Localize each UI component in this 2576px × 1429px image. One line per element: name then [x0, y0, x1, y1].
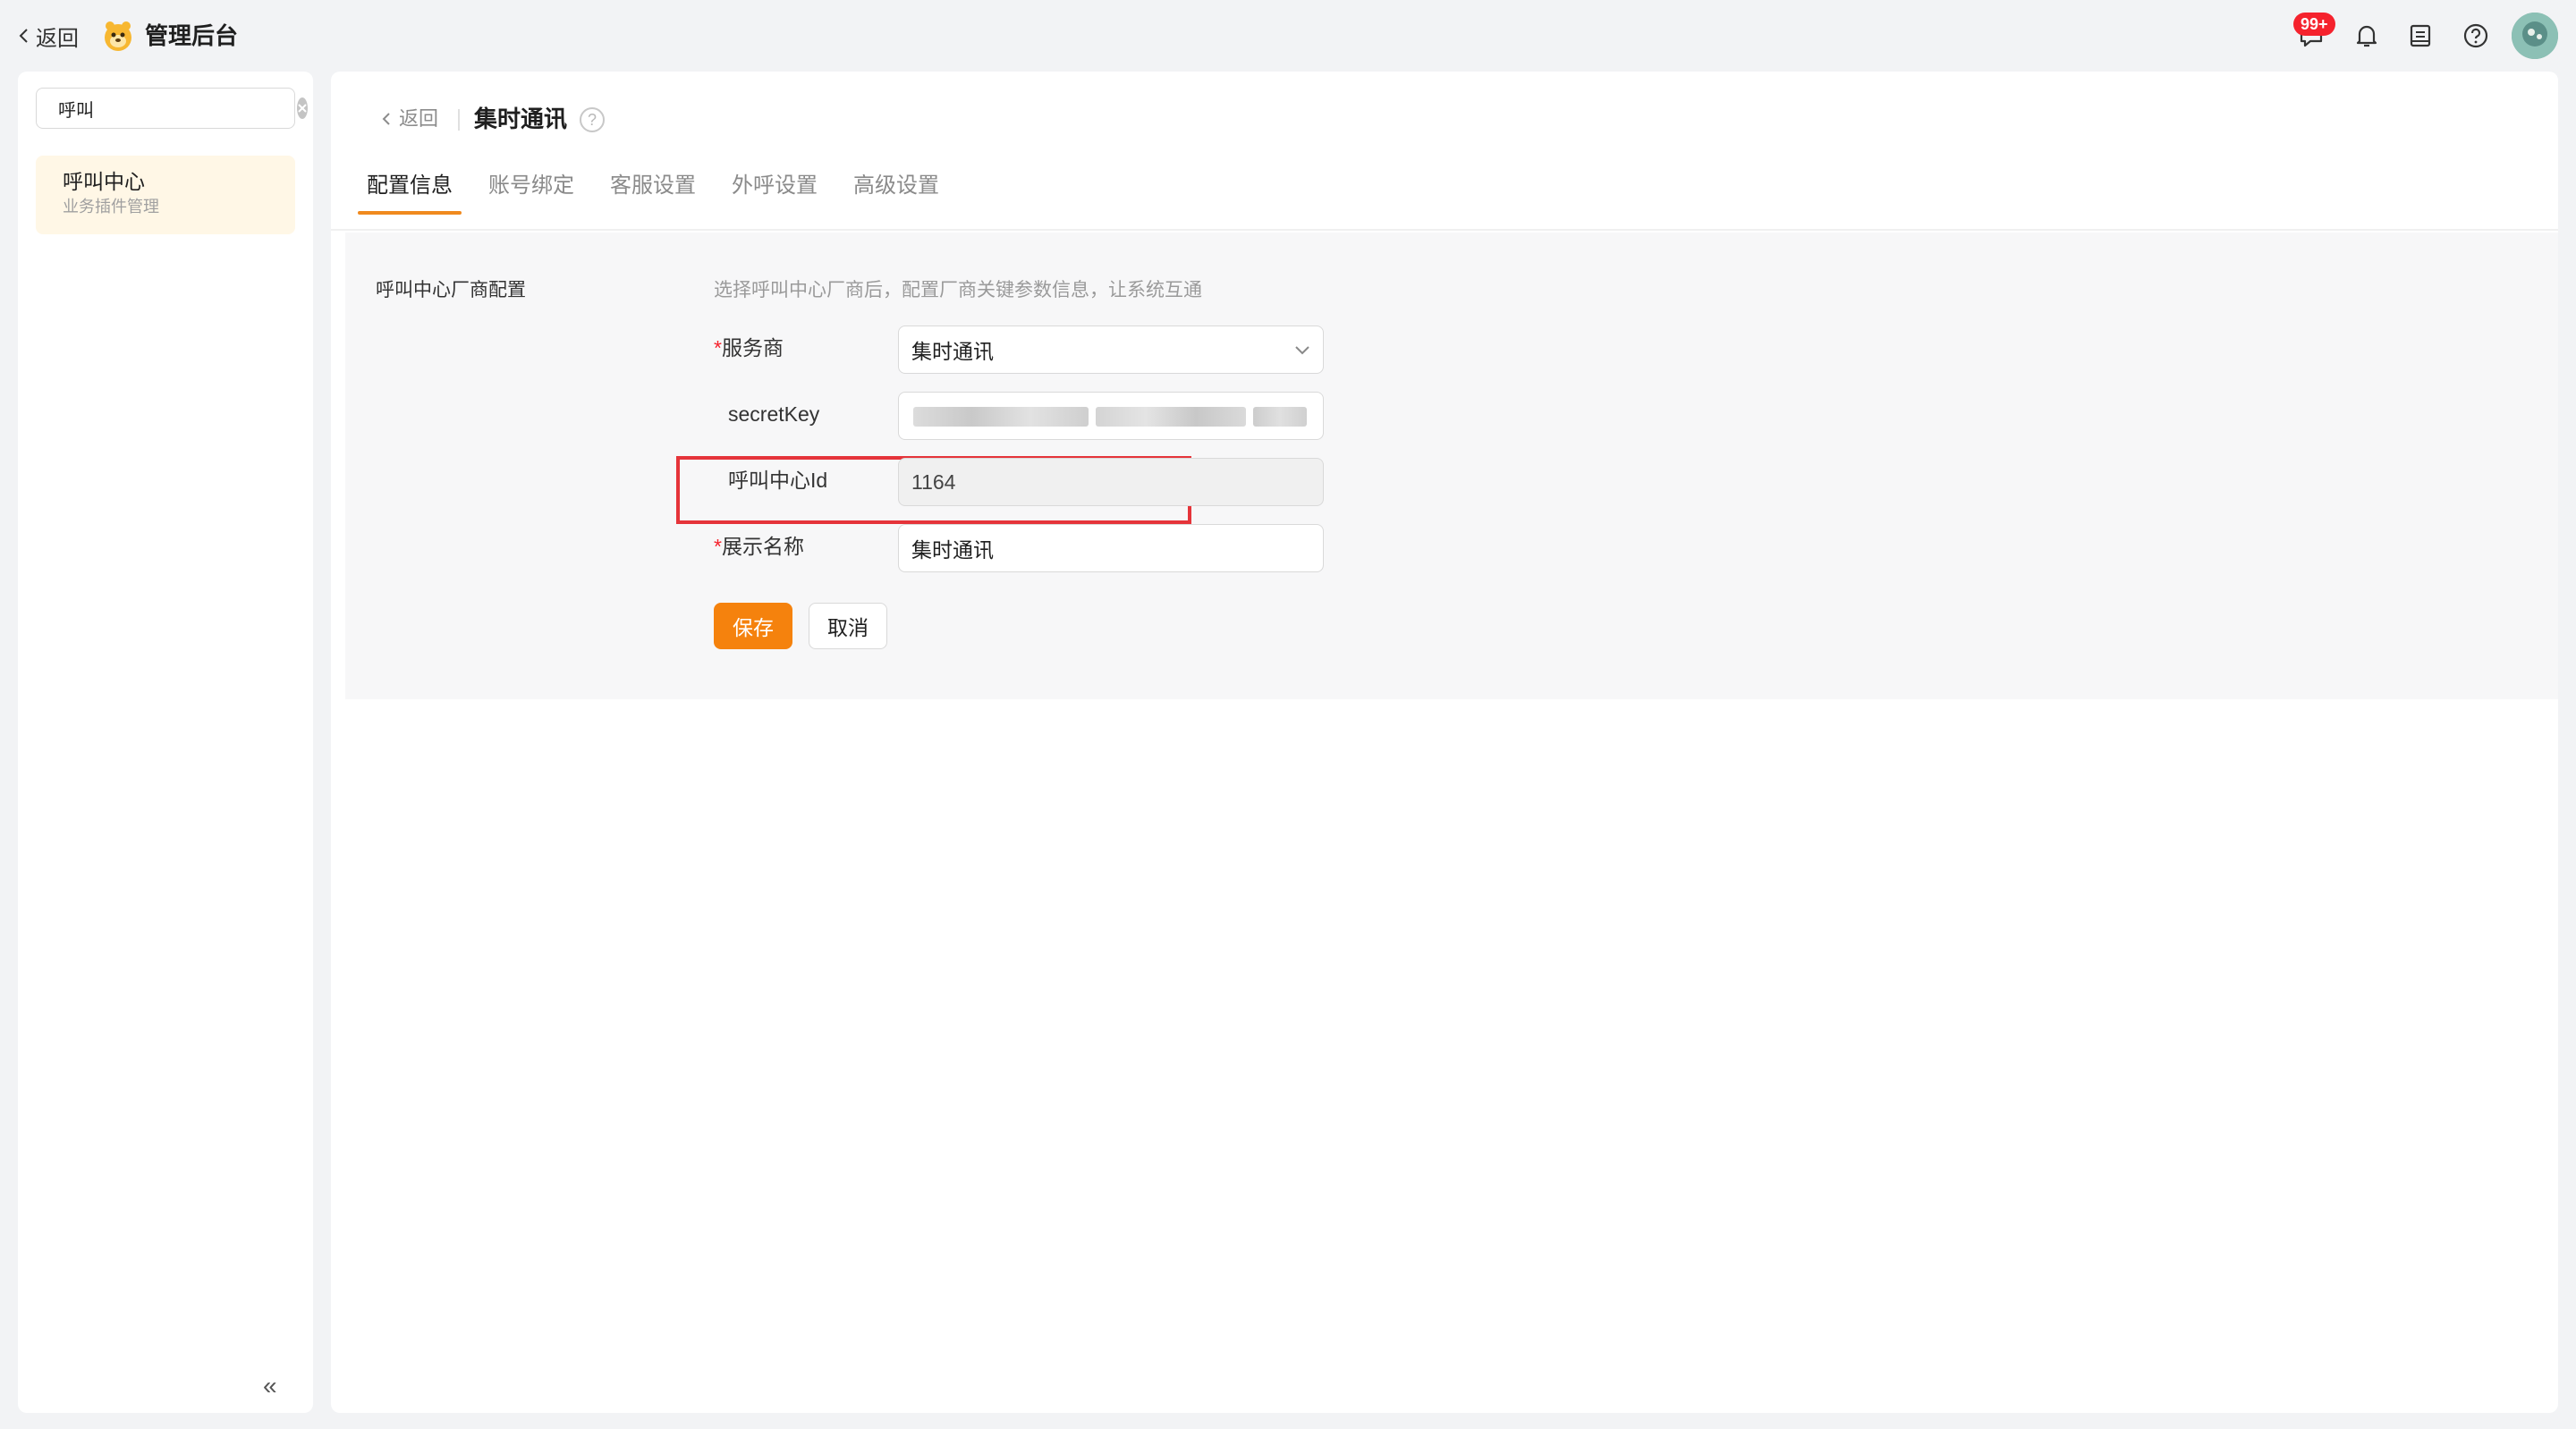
help-button[interactable]: [2460, 20, 2492, 52]
sidebar-item-title: 呼叫中心: [63, 170, 145, 193]
required-star: *: [714, 535, 722, 558]
section-description: 选择呼叫中心厂商后，配置厂商关键参数信息，让系统互通: [714, 280, 1202, 300]
display-name-value: 集时通讯: [911, 538, 994, 562]
provider-label: *服务商: [714, 336, 784, 359]
document-button[interactable]: [2404, 20, 2436, 52]
breadcrumb-divider: [458, 109, 460, 131]
search-input[interactable]: [56, 97, 297, 120]
cancel-button[interactable]: 取消: [809, 603, 887, 649]
chevron-left-icon: [19, 29, 28, 43]
tab-advanced-settings[interactable]: 高级设置: [844, 170, 948, 213]
display-name-input[interactable]: 集时通讯: [898, 524, 1324, 572]
masked-value: [1096, 407, 1246, 427]
avatar[interactable]: [2512, 13, 2558, 59]
sidebar-search[interactable]: [36, 88, 308, 129]
tab-bar: 配置信息 账号绑定 客服设置 外呼设置 高级设置: [358, 170, 966, 215]
provider-select[interactable]: 集时通讯: [898, 326, 1324, 374]
save-button[interactable]: 保存: [714, 603, 792, 649]
top-back-link[interactable]: 返回: [18, 20, 79, 52]
tabs-divider: [331, 229, 2558, 231]
config-form-panel: 呼叫中心厂商配置 选择呼叫中心厂商后，配置厂商关键参数信息，让系统互通 *服务商…: [345, 233, 2558, 699]
top-bar: 返回 管理后台 99+: [0, 0, 2576, 72]
chevron-down-icon: [1295, 346, 1309, 355]
document-icon: [2410, 24, 2431, 47]
avatar-image: [2512, 13, 2558, 59]
bell-icon: [2356, 25, 2377, 47]
tab-outbound-settings[interactable]: 外呼设置: [723, 170, 826, 213]
message-badge: 99+: [2293, 13, 2335, 36]
section-label: 呼叫中心厂商配置: [376, 280, 526, 300]
page-back-label: 返回: [399, 107, 439, 130]
sidebar-item-call-center[interactable]: 呼叫中心 业务插件管理: [36, 156, 295, 234]
sidebar-item-subtitle: 业务插件管理: [63, 198, 159, 216]
tab-account-binding[interactable]: 账号绑定: [479, 170, 583, 213]
tab-config-info[interactable]: 配置信息: [358, 170, 462, 215]
app-title: 管理后台: [145, 22, 239, 49]
provider-value: 集时通讯: [911, 340, 994, 363]
question-icon[interactable]: ?: [580, 107, 605, 132]
collapse-sidebar-icon[interactable]: «: [263, 1372, 277, 1400]
display-name-label: *展示名称: [714, 535, 804, 558]
required-star: *: [714, 336, 722, 359]
secret-key-input[interactable]: [898, 392, 1324, 440]
help-circle-icon: [2463, 23, 2488, 48]
secret-key-label: secretKey: [728, 402, 820, 426]
masked-value: [1253, 407, 1307, 427]
main-panel: 返回 集时通讯 ? 配置信息 账号绑定 客服设置 外呼设置 高级设置 呼叫中心厂…: [331, 72, 2558, 1413]
chevron-left-icon: [382, 113, 390, 125]
page-back-link[interactable]: 返回: [381, 104, 438, 134]
masked-value: [913, 407, 1089, 427]
call-center-id-input: 1164: [898, 458, 1324, 506]
call-center-id-label: 呼叫中心Id: [728, 469, 828, 492]
call-center-id-value: 1164: [911, 469, 956, 494]
top-back-label: 返回: [36, 26, 79, 51]
tab-service-settings[interactable]: 客服设置: [601, 170, 705, 213]
clear-icon[interactable]: [297, 97, 308, 119]
notification-button[interactable]: [2351, 20, 2383, 52]
logo-icon: [105, 21, 131, 51]
page-title: 集时通讯: [474, 106, 568, 132]
sidebar: 呼叫中心 业务插件管理 «: [18, 72, 313, 1413]
